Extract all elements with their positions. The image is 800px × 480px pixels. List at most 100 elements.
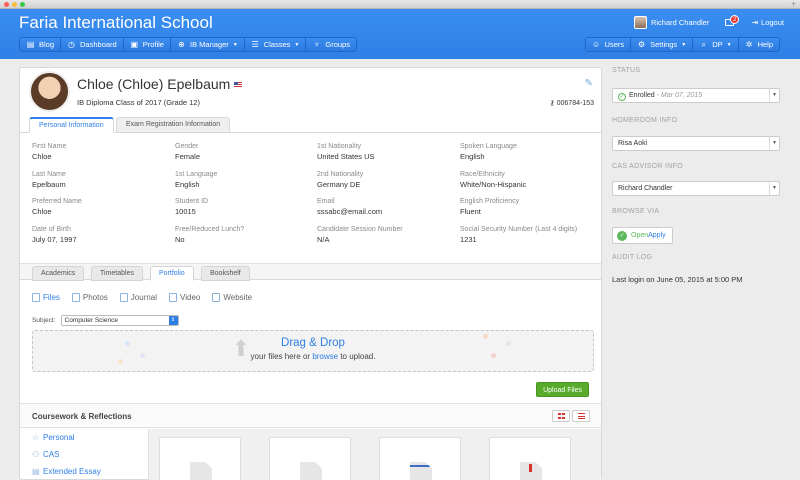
chevron-down-icon: ▼ (232, 41, 238, 48)
dashboard-icon: ◷ (68, 40, 75, 49)
lifebuoy-icon: ✲ (745, 40, 753, 49)
school-name: Faria International School (19, 13, 213, 32)
nav-profile[interactable]: ▣ Profile (123, 38, 171, 51)
messages-icon[interactable]: 2 (725, 15, 740, 27)
nav-ib-manager[interactable]: ⊕ IB Manager ▼ (170, 38, 245, 51)
audit-log-text: Last login on June 05, 2015 at 5:00 PM (612, 275, 743, 284)
classes-icon: ☰ (251, 40, 259, 49)
edit-pencil-icon[interactable]: ✎ (585, 78, 593, 89)
key-icon: ⚷ (549, 100, 557, 107)
file-card[interactable] (159, 437, 241, 480)
student-class: IB Diploma Class of 2017 (Grade 12) (77, 98, 200, 107)
user-area: Richard Chandler 2 ⇥ Logout (633, 15, 784, 29)
subject-select[interactable]: Computer Science ⇕ (60, 315, 179, 326)
nav-blog[interactable]: ▤ Blog (20, 38, 62, 51)
coursework-item-personal[interactable]: ☆ Personal (32, 433, 75, 442)
section-tabs: Academics Timetables Portfolio Bookshelf (20, 263, 601, 281)
zoom-window-icon[interactable] (20, 2, 25, 7)
list-icon (577, 413, 585, 419)
subnav-photos[interactable]: Photos (71, 293, 108, 302)
file-card[interactable] (489, 437, 571, 480)
logout-link[interactable]: ⇥ Logout (751, 18, 784, 27)
coursework-title: Coursework & Reflections (32, 412, 132, 421)
document-icon (190, 462, 212, 480)
tab-timetables[interactable]: Timetables (91, 266, 143, 281)
nav-settings[interactable]: ⚙ Settings ▼ (631, 38, 694, 51)
nav-users[interactable]: ☺ Users (585, 38, 632, 51)
student-photo (29, 71, 70, 112)
blog-icon: ▤ (26, 40, 35, 49)
coursework-item-extended-essay[interactable]: ▤ Extended Essay (32, 467, 101, 476)
us-flag-icon (234, 82, 243, 89)
field-english-proficiency: English Proficiency Fluent (460, 198, 520, 216)
grid-view-button[interactable] (552, 410, 570, 422)
select-arrows-icon: ⇕ (168, 316, 178, 325)
field-date-of-birth: Date of Birth July 07, 1997 (32, 226, 77, 244)
openapply-button[interactable]: ✓ Open Apply (612, 227, 673, 244)
tab-portfolio[interactable]: Portfolio (150, 266, 194, 281)
openapply-logo-icon: ✓ (617, 230, 627, 241)
cas-advisor-select[interactable]: Richard Chandler ▼ (612, 181, 780, 196)
homeroom-heading: HOMEROOM INFO (612, 117, 678, 124)
tab-exam-registration[interactable]: Exam Registration Information (116, 117, 231, 133)
close-window-icon[interactable] (4, 2, 9, 7)
video-icon (169, 293, 178, 302)
nav-help[interactable]: ✲ Help (738, 38, 779, 51)
check-circle-icon: ✓ (618, 93, 626, 101)
field-ssn-last-4: Social Security Number (Last 4 digits) 12… (460, 226, 578, 244)
word-document-icon (410, 462, 432, 480)
dropzone-subtitle: your files here or browse to upload. (250, 352, 376, 361)
field-student-id: Student ID 10015 (175, 198, 209, 216)
homeroom-select[interactable]: Risa Aoki ▼ (612, 136, 780, 151)
essay-icon: ▤ (32, 466, 40, 476)
dropzone-title: Drag & Drop (281, 337, 345, 349)
file-card[interactable] (269, 437, 351, 480)
subject-label: Subject: (32, 317, 56, 324)
subnav-journal[interactable]: Journal (119, 293, 157, 302)
audit-log-heading: AUDIT LOG (612, 254, 653, 261)
chevron-down-icon: ▼ (769, 137, 779, 150)
tab-personal-information[interactable]: Personal Information (29, 117, 114, 133)
cas-advisor-heading: CAS ADVISOR INFO (612, 163, 683, 170)
file-icon (32, 293, 40, 302)
portfolio-subnav: Files Photos Journal Video Website (32, 293, 264, 302)
field-first-name: First Name Chloe (32, 143, 67, 161)
subnav-video[interactable]: Video (169, 293, 200, 302)
chevron-down-icon: ▼ (681, 41, 687, 48)
subnav-files[interactable]: Files (32, 293, 60, 302)
trophy-icon: ♆ (313, 40, 320, 49)
gear-icon: ⚙ (638, 40, 646, 49)
tab-academics[interactable]: Academics (32, 266, 85, 281)
field-free-reduced-lunch: Free/Reduced Lunch? No (175, 226, 245, 244)
subnav-website[interactable]: Website (212, 293, 252, 302)
coursework-item-cas[interactable]: ⚇ CAS (32, 450, 59, 459)
coursework-sidebar: ☆ Personal ⚇ CAS ▤ Extended Essay (20, 429, 148, 480)
user-name[interactable]: Richard Chandler (651, 18, 709, 27)
student-id-number: ⚷ 006784-153 (549, 100, 594, 107)
user-avatar[interactable] (633, 15, 647, 29)
grid-icon (557, 413, 565, 419)
field-last-name: Last Name Epelbaum (32, 171, 66, 189)
message-count-badge: 2 (730, 15, 740, 24)
tab-bookshelf[interactable]: Bookshelf (201, 266, 250, 281)
nav-dashboard[interactable]: ◷ Dashboard (61, 38, 124, 51)
file-dropzone[interactable]: ⬆ Drag & Drop your files here or browse … (32, 330, 594, 372)
nav-dp[interactable]: ⌕ DP ▼ (693, 38, 739, 51)
logout-icon: ⇥ (751, 17, 759, 27)
admin-nav: ☺ Users ⚙ Settings ▼ ⌕ DP ▼ ✲ Help (584, 37, 780, 52)
new-tab-icon[interactable]: + (791, 0, 796, 8)
upload-files-button[interactable]: Upload Files (536, 382, 589, 397)
journal-icon (119, 293, 128, 302)
file-card[interactable] (379, 437, 461, 480)
nav-classes[interactable]: ☰ Classes ▼ (244, 38, 307, 51)
list-view-button[interactable] (572, 410, 590, 422)
field-preferred-name: Preferred Name Chloe (32, 198, 82, 216)
info-tabs: Personal Information Exam Registration I… (20, 117, 601, 133)
minimize-window-icon[interactable] (12, 2, 17, 7)
profile-icon: ▣ (130, 40, 138, 49)
cas-icon: ⚇ (32, 449, 40, 459)
star-icon: ☆ (32, 432, 40, 442)
browse-link[interactable]: browse (312, 352, 338, 361)
nav-groups[interactable]: ♆ Groups (306, 38, 356, 51)
status-select[interactable]: ✓ Enrolled - Mar 07, 2015 ▼ (612, 88, 780, 103)
